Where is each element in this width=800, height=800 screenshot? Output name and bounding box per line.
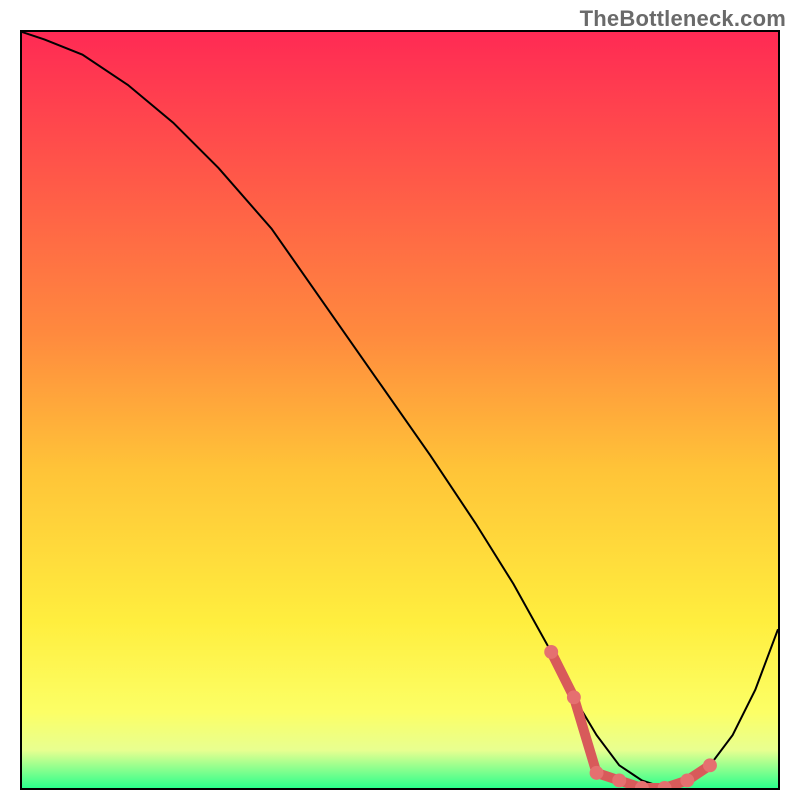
watermark-text: TheBottleneck.com bbox=[580, 6, 786, 32]
gradient-rect bbox=[22, 32, 778, 788]
chart-svg bbox=[22, 32, 778, 788]
marker-dot bbox=[590, 766, 604, 780]
marker-dot bbox=[612, 773, 626, 787]
marker-dot bbox=[680, 773, 694, 787]
chart-stage: TheBottleneck.com bbox=[0, 0, 800, 800]
marker-dot bbox=[544, 645, 558, 659]
marker-dot bbox=[703, 758, 717, 772]
plot-area bbox=[20, 30, 780, 790]
marker-dot bbox=[567, 690, 581, 704]
